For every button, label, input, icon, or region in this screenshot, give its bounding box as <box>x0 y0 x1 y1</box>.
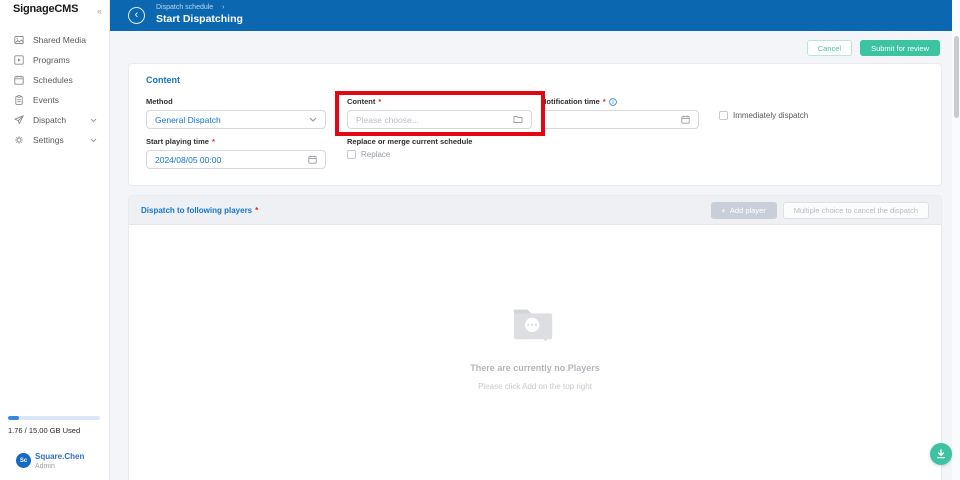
content-picker[interactable] <box>347 110 532 129</box>
submit-for-review-button[interactable]: Submit for review <box>860 40 940 56</box>
required-mark: * <box>212 137 215 146</box>
content-card: Content Method General Dispatch Content … <box>128 63 942 186</box>
sidebar-item-programs[interactable]: Programs <box>0 50 109 70</box>
sidebar-collapse-icon[interactable]: « <box>97 6 102 16</box>
sidebar-item-label: Shared Media <box>33 35 86 45</box>
sidebar-item-schedules[interactable]: Schedules <box>0 70 109 90</box>
immediately-dispatch-checkbox[interactable] <box>719 111 728 120</box>
start-playing-time-picker[interactable] <box>146 150 326 169</box>
notification-time-field: Notification time * <box>541 97 699 129</box>
avatar[interactable]: Sc <box>16 453 31 468</box>
page-title: Start Dispatching <box>156 13 243 25</box>
players-card-header: Dispatch to following players * + Add pl… <box>129 196 941 225</box>
play-square-icon <box>14 55 24 65</box>
folder-icon[interactable] <box>513 115 523 124</box>
add-player-button[interactable]: + Add player <box>711 202 777 219</box>
start-playing-time-input[interactable] <box>155 155 308 165</box>
sidebar-item-label: Schedules <box>33 75 73 85</box>
content-label: Content <box>347 97 375 106</box>
calendar-icon[interactable] <box>681 115 690 124</box>
content-field: Content * <box>347 97 532 129</box>
multi-cancel-dispatch-button[interactable]: Multiple choice to cancel the dispatch <box>783 202 929 219</box>
sidebar-item-label: Events <box>33 95 59 105</box>
sidebar-item-shared-media[interactable]: Shared Media <box>0 30 109 50</box>
sidebar-item-label: Dispatch <box>33 115 66 125</box>
replace-checkbox[interactable] <box>347 150 356 159</box>
method-field: Method General Dispatch <box>146 97 326 129</box>
players-card: Dispatch to following players * + Add pl… <box>128 195 942 480</box>
start-playing-time-field: Start playing time * <box>146 137 326 169</box>
empty-state-title: There are currently no Players <box>470 363 600 373</box>
main-content: Cancel Submit for review Content Method … <box>110 31 952 480</box>
folder-search-icon <box>512 303 558 343</box>
user-role: Admin <box>35 463 55 470</box>
chevron-down-icon <box>90 118 97 123</box>
players-card-title: Dispatch to following players <box>141 206 252 215</box>
scrollbar-thumb[interactable] <box>954 36 959 118</box>
storage-used-label: 1.76 / 15.00 GB Used <box>8 426 80 435</box>
content-input[interactable] <box>356 115 513 125</box>
storage-progress-bar <box>8 416 100 420</box>
replace-merge-field: Replace or merge current schedule Replac… <box>347 137 472 159</box>
toolbar: Cancel Submit for review <box>807 40 940 56</box>
image-icon <box>14 35 24 45</box>
chevron-down-icon <box>309 117 317 123</box>
immediately-dispatch-label: Immediately dispatch <box>733 111 808 120</box>
method-select[interactable]: General Dispatch <box>146 110 326 129</box>
chevron-down-icon <box>90 138 97 143</box>
sidebar-item-label: Settings <box>33 135 64 145</box>
sidebar-item-dispatch[interactable]: Dispatch <box>0 110 109 130</box>
scrollbar-track <box>952 0 960 480</box>
sidebar: SignageCMS « Shared Media Programs Sched… <box>0 0 110 480</box>
back-button[interactable]: ‹ <box>128 7 145 24</box>
gear-icon <box>14 135 24 145</box>
calendar-icon[interactable] <box>308 155 317 164</box>
notification-time-input[interactable] <box>550 115 681 125</box>
breadcrumb[interactable]: Dispatch schedule › <box>156 4 225 11</box>
app-logo: SignageCMS <box>13 3 78 15</box>
breadcrumb-label: Dispatch schedule <box>156 4 213 11</box>
download-icon <box>936 449 946 459</box>
required-mark: * <box>603 97 606 106</box>
back-chevron-icon: ‹ <box>135 10 139 21</box>
required-mark: * <box>255 206 258 215</box>
notification-time-label: Notification time <box>541 97 600 106</box>
required-mark: * <box>378 97 381 106</box>
replace-option[interactable]: Replace <box>347 150 472 159</box>
user-name[interactable]: Square.Chen <box>35 452 84 461</box>
cancel-button[interactable]: Cancel <box>807 40 852 56</box>
immediately-dispatch-option[interactable]: Immediately dispatch <box>719 111 808 120</box>
calendar-icon <box>14 75 24 85</box>
start-playing-time-label: Start playing time <box>146 137 209 146</box>
method-label: Method <box>146 97 173 106</box>
breadcrumb-separator-icon: › <box>222 4 224 11</box>
clipboard-icon <box>14 95 24 105</box>
sidebar-item-settings[interactable]: Settings <box>0 130 109 150</box>
send-icon <box>14 115 24 125</box>
replace-merge-label: Replace or merge current schedule <box>347 137 472 146</box>
sidebar-item-label: Programs <box>33 55 70 65</box>
empty-state-subtitle: Please click Add on the top right <box>478 382 592 391</box>
replace-label: Replace <box>361 150 390 159</box>
plus-icon: + <box>722 206 726 215</box>
page-header: ‹ Dispatch schedule › Start Dispatching <box>110 0 952 31</box>
players-empty-state: There are currently no Players Please cl… <box>129 225 941 391</box>
notification-time-picker[interactable] <box>541 110 699 129</box>
info-icon[interactable] <box>609 98 617 106</box>
sidebar-item-events[interactable]: Events <box>0 90 109 110</box>
download-fab-button[interactable] <box>930 443 952 465</box>
method-value: General Dispatch <box>155 115 309 125</box>
content-card-title: Content <box>146 75 180 85</box>
sidebar-nav: Shared Media Programs Schedules Events D… <box>0 30 109 150</box>
storage-fill <box>8 416 19 420</box>
